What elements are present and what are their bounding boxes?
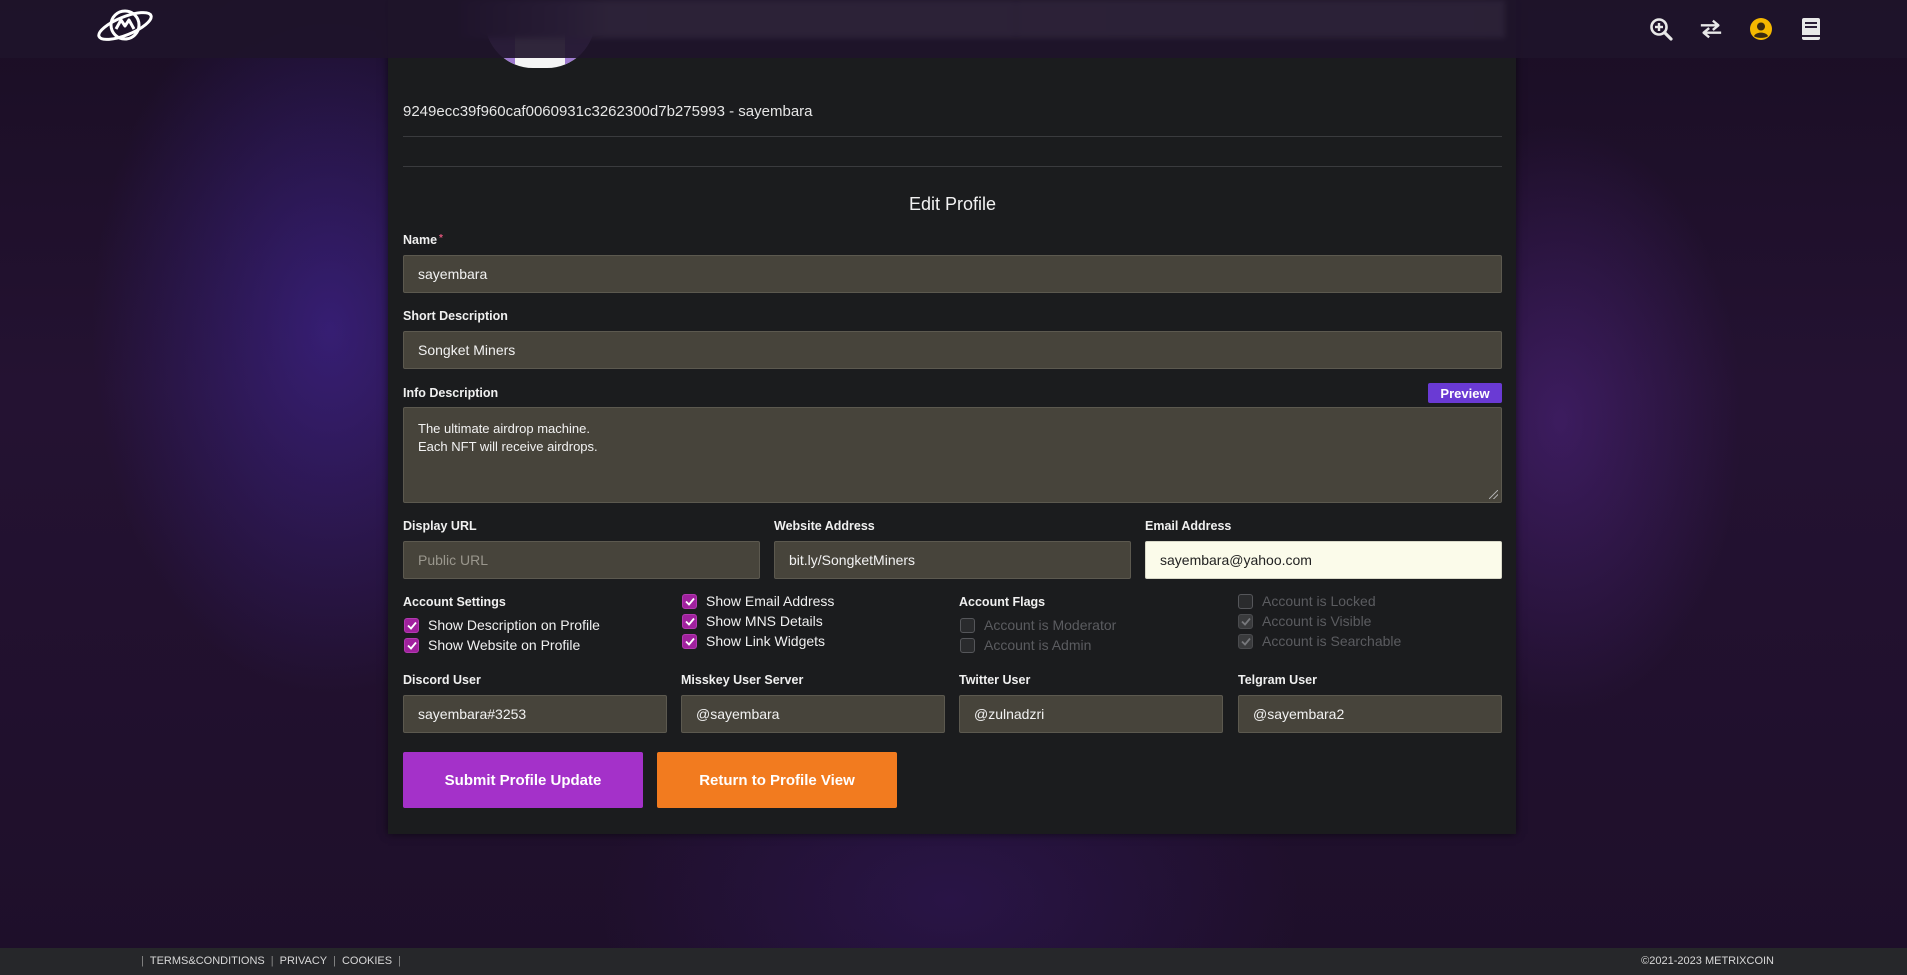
checkbox-checked-icon — [682, 633, 697, 649]
checkbox-unchecked-icon — [1238, 593, 1253, 609]
user-circle-icon[interactable] — [1749, 16, 1773, 42]
checkbox-checked-icon — [682, 613, 697, 629]
name-input[interactable]: sayembara — [403, 255, 1502, 293]
short-description-input[interactable]: Songket Miners — [403, 331, 1502, 369]
checkbox-label: Account is Moderator — [984, 617, 1117, 633]
checkbox-checked-icon — [404, 617, 419, 633]
info-description-text: The ultimate airdrop machine. Each NFT w… — [418, 421, 598, 454]
divider — [403, 136, 1502, 137]
footer-separator: | — [333, 955, 336, 967]
website-address-label: Website Address — [774, 519, 875, 533]
checkbox-label: Account is Admin — [984, 637, 1092, 653]
checkbox-label: Show Link Widgets — [706, 633, 826, 649]
info-description-label: Info Description — [403, 386, 499, 400]
wallet-address-line: 9249ecc39f960caf0060931c3262300d7b275993… — [403, 103, 813, 120]
copyright-text: ©2021-2023 METRIXCOIN — [1641, 955, 1774, 967]
preview-button[interactable]: Preview — [1428, 383, 1502, 403]
telegram-user-label: Telgram User — [1238, 673, 1317, 687]
metrixcoin-logo-icon[interactable] — [94, 4, 156, 46]
account-moderator-checkbox: Account is Moderator — [960, 617, 1116, 633]
misskey-user-input[interactable]: @sayembara — [681, 695, 945, 733]
checkbox-label: Show Website on Profile — [428, 637, 581, 653]
discord-user-input[interactable]: sayembara#3253 — [403, 695, 667, 733]
display-url-input[interactable]: Public URL — [403, 541, 760, 579]
twitter-user-input[interactable]: @zulnadzri — [959, 695, 1223, 733]
name-label: Name * — [403, 233, 443, 247]
footer-links: | TERMS&CONDITIONS | PRIVACY | COOKIES | — [141, 955, 401, 967]
short-description-label: Short Description — [403, 309, 508, 323]
website-address-input[interactable]: bit.ly/SongketMiners — [774, 541, 1131, 579]
resize-handle-icon[interactable] — [1489, 490, 1498, 499]
footer-separator: | — [141, 955, 144, 967]
book-icon[interactable] — [1799, 16, 1823, 42]
page-title: Edit Profile — [908, 194, 997, 214]
email-address-input[interactable]: sayembara@yahoo.com — [1145, 541, 1502, 579]
discord-user-label: Discord User — [403, 673, 481, 687]
twitter-user-label: Twitter User — [959, 673, 1031, 687]
submit-profile-button[interactable]: Submit Profile Update — [403, 752, 643, 808]
display-url-label: Display URL — [403, 519, 477, 533]
checkbox-label: Account is Locked — [1262, 593, 1376, 609]
cookies-link[interactable]: COOKIES — [342, 955, 392, 967]
telegram-user-input[interactable]: @sayembara2 — [1238, 695, 1502, 733]
required-mark: * — [439, 233, 443, 244]
checkbox-checked-icon — [682, 593, 697, 609]
show-email-checkbox[interactable]: Show Email Address — [682, 593, 834, 609]
show-link-widgets-checkbox[interactable]: Show Link Widgets — [682, 633, 825, 649]
footer: | TERMS&CONDITIONS | PRIVACY | COOKIES |… — [0, 948, 1907, 975]
terms-link[interactable]: TERMS&CONDITIONS — [150, 955, 265, 967]
checkbox-label: Show MNS Details — [706, 613, 823, 629]
show-website-checkbox[interactable]: Show Website on Profile — [404, 637, 580, 653]
account-visible-checkbox: Account is Visible — [1238, 613, 1371, 629]
divider — [403, 166, 1502, 167]
checkbox-checked-icon — [1238, 633, 1253, 649]
checkbox-unchecked-icon — [960, 637, 975, 653]
account-admin-checkbox: Account is Admin — [960, 637, 1091, 653]
display-url-placeholder: Public URL — [418, 552, 489, 568]
search-plus-icon[interactable] — [1649, 16, 1673, 42]
checkbox-unchecked-icon — [960, 617, 975, 633]
checkbox-label: Account is Searchable — [1262, 633, 1402, 649]
info-description-textarea[interactable]: The ultimate airdrop machine. Each NFT w… — [403, 407, 1502, 503]
checkbox-label: Account is Visible — [1262, 613, 1372, 629]
privacy-link[interactable]: PRIVACY — [280, 955, 327, 967]
footer-separator: | — [270, 955, 274, 967]
checkbox-label: Show Description on Profile — [428, 617, 600, 633]
checkbox-checked-icon — [1238, 613, 1253, 629]
account-flags-label: Account Flags — [959, 595, 1046, 609]
email-address-label: Email Address — [1145, 519, 1232, 533]
account-settings-label: Account Settings — [403, 595, 506, 609]
misskey-user-label: Misskey User Server — [681, 673, 804, 687]
swap-arrows-icon[interactable] — [1699, 16, 1723, 42]
checkbox-checked-icon — [404, 637, 419, 653]
checkbox-label: Show Email Address — [706, 593, 835, 609]
footer-separator: | — [398, 955, 401, 967]
show-description-checkbox[interactable]: Show Description on Profile — [404, 617, 600, 633]
return-to-profile-button[interactable]: Return to Profile View — [657, 752, 897, 808]
top-nav-bar — [0, 0, 1907, 58]
show-mns-checkbox[interactable]: Show MNS Details — [682, 613, 823, 629]
account-searchable-checkbox: Account is Searchable — [1238, 633, 1401, 649]
account-locked-checkbox: Account is Locked — [1238, 593, 1376, 609]
